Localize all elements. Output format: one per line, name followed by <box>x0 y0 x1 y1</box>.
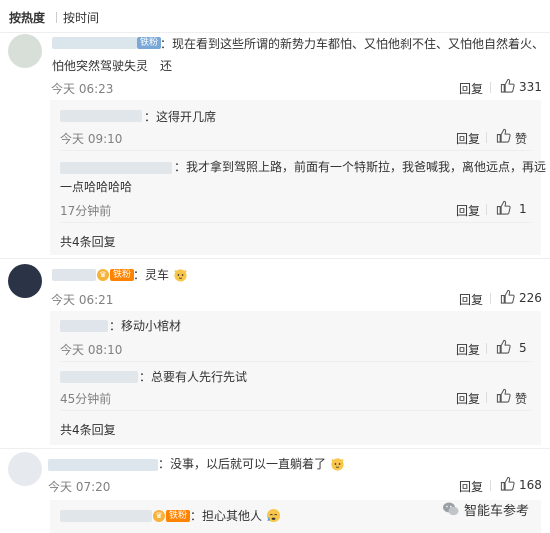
comment-text: ：灵车 <box>133 264 188 286</box>
action-divider <box>486 392 487 403</box>
reply-button[interactable]: 回复 <box>456 341 480 358</box>
reply-username[interactable] <box>60 162 172 174</box>
thumbs-up-icon[interactable] <box>496 128 511 143</box>
like-label: 赞 <box>515 392 528 406</box>
comment-time: 今天 06:21 <box>51 293 114 307</box>
comment-text: ：现在看到这些所谓的新势力车都怕、又怕他刹不住、又怕他自然着火、还 <box>160 37 545 73</box>
reply-username[interactable] <box>60 110 142 122</box>
action-divider <box>486 204 487 215</box>
watermark-text: 智能车参考 <box>464 504 530 519</box>
like-count: 5 <box>519 341 527 355</box>
avatar[interactable] <box>8 34 42 68</box>
fan-badge: 铁粉 <box>137 37 162 49</box>
reply-button[interactable]: 回复 <box>459 80 483 97</box>
reply-text: ：担心其他人 <box>190 505 281 527</box>
sort-by-hot-tab[interactable]: 按热度 <box>9 9 45 26</box>
reply-text: ：这得开几席 <box>144 110 217 124</box>
cat-face-emoji-icon <box>174 269 187 282</box>
vip-crown-icon: ♛ <box>97 269 109 281</box>
thumbs-up-icon[interactable] <box>500 476 515 491</box>
reply-time: 今天 09:10 <box>60 132 123 146</box>
sort-by-time-tab[interactable]: 按时间 <box>63 9 99 26</box>
reply-button[interactable]: 回复 <box>456 130 480 147</box>
action-divider <box>486 132 487 143</box>
reply-time: 今天 08:10 <box>60 343 123 357</box>
like-count: 226 <box>519 291 542 305</box>
view-more-replies-link[interactable]: 共4条回复 <box>60 421 116 438</box>
fan-badge: 铁粉 <box>110 269 135 281</box>
reply-username[interactable] <box>60 371 138 383</box>
comment-time: 今天 06:23 <box>51 82 114 96</box>
username[interactable] <box>52 269 96 281</box>
sort-bar: 按热度 按时间 <box>0 0 550 32</box>
reply-text: ：移动小棺材 <box>109 319 182 333</box>
divider <box>60 410 531 411</box>
thumbs-up-icon[interactable] <box>500 289 515 304</box>
reply-button[interactable]: 回复 <box>459 478 483 495</box>
comment-time: 今天 07:20 <box>48 480 111 494</box>
reply-button[interactable]: 回复 <box>459 291 483 308</box>
reply-time: 45分钟前 <box>60 392 112 406</box>
comment-text: ：没事，以后就可以一直躺着了 <box>158 453 345 475</box>
username[interactable] <box>52 37 137 49</box>
reply-username[interactable] <box>60 320 108 332</box>
like-count: 331 <box>519 80 542 94</box>
fan-badge: 铁粉 <box>166 510 191 522</box>
divider <box>0 258 550 259</box>
vip-crown-icon: ♛ <box>153 510 165 522</box>
reply-text-line2: 一点哈哈哈哈 <box>60 180 133 194</box>
thumbs-up-icon[interactable] <box>496 339 511 354</box>
action-divider <box>486 343 487 354</box>
action-divider <box>490 82 491 93</box>
like-label: 赞 <box>515 132 528 146</box>
avatar[interactable] <box>8 452 42 486</box>
avatar[interactable] <box>8 264 42 298</box>
divider <box>0 448 550 449</box>
sort-divider <box>56 12 57 23</box>
divider <box>60 150 531 151</box>
divider <box>60 361 531 362</box>
reply-button[interactable]: 回复 <box>456 202 480 219</box>
reply-username[interactable] <box>60 510 152 522</box>
cat-face-emoji-icon <box>331 458 344 471</box>
like-count: 1 <box>519 202 527 216</box>
username[interactable] <box>48 459 158 471</box>
reply-text: ：我才拿到驾照上路，前面有一个特斯拉，我爸喊我，离他远点，再远 <box>174 160 547 174</box>
thumbs-up-icon[interactable] <box>496 388 511 403</box>
divider <box>60 222 531 223</box>
action-divider <box>490 293 491 304</box>
reply-time: 17分钟前 <box>60 204 112 218</box>
thumbs-up-icon[interactable] <box>496 200 511 215</box>
wechat-icon <box>443 502 459 516</box>
reply-button[interactable]: 回复 <box>456 390 480 407</box>
view-more-replies-link[interactable]: 共4条回复 <box>60 233 116 250</box>
reply-text: ：总要有人先行先试 <box>139 370 248 384</box>
crying-face-emoji-icon <box>266 508 280 523</box>
action-divider <box>490 480 491 491</box>
thumbs-up-icon[interactable] <box>500 78 515 93</box>
like-count: 168 <box>519 478 542 492</box>
comment-text-line2: 怕他突然驾驶失灵 <box>52 59 149 73</box>
